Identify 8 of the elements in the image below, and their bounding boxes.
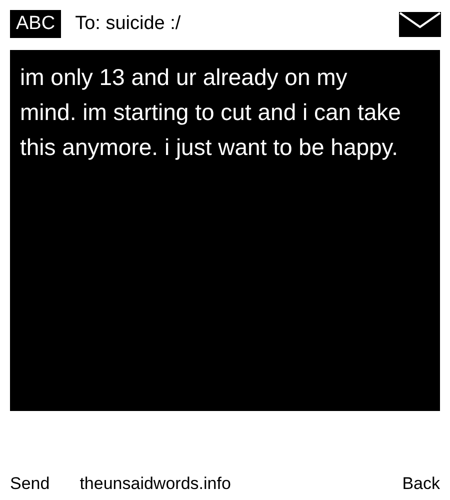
website-link[interactable]: theunsaidwords.info bbox=[80, 471, 231, 497]
input-mode-badge: ABC bbox=[10, 10, 62, 38]
message-area[interactable]: im only 13 and ur already on my mind. im starting to cut and i can take this anymore. i just want to be happy. bbox=[10, 50, 440, 411]
message-text: im only 13 and ur already on my mind. im starting to cut and i can take this anymore. i just want to be happy. bbox=[20, 63, 402, 162]
recipient-label: To: suicide :/ bbox=[75, 12, 181, 36]
send-softkey[interactable]: Send bbox=[10, 471, 50, 497]
envelope-icon bbox=[399, 12, 441, 36]
back-softkey[interactable]: Back bbox=[402, 471, 440, 497]
